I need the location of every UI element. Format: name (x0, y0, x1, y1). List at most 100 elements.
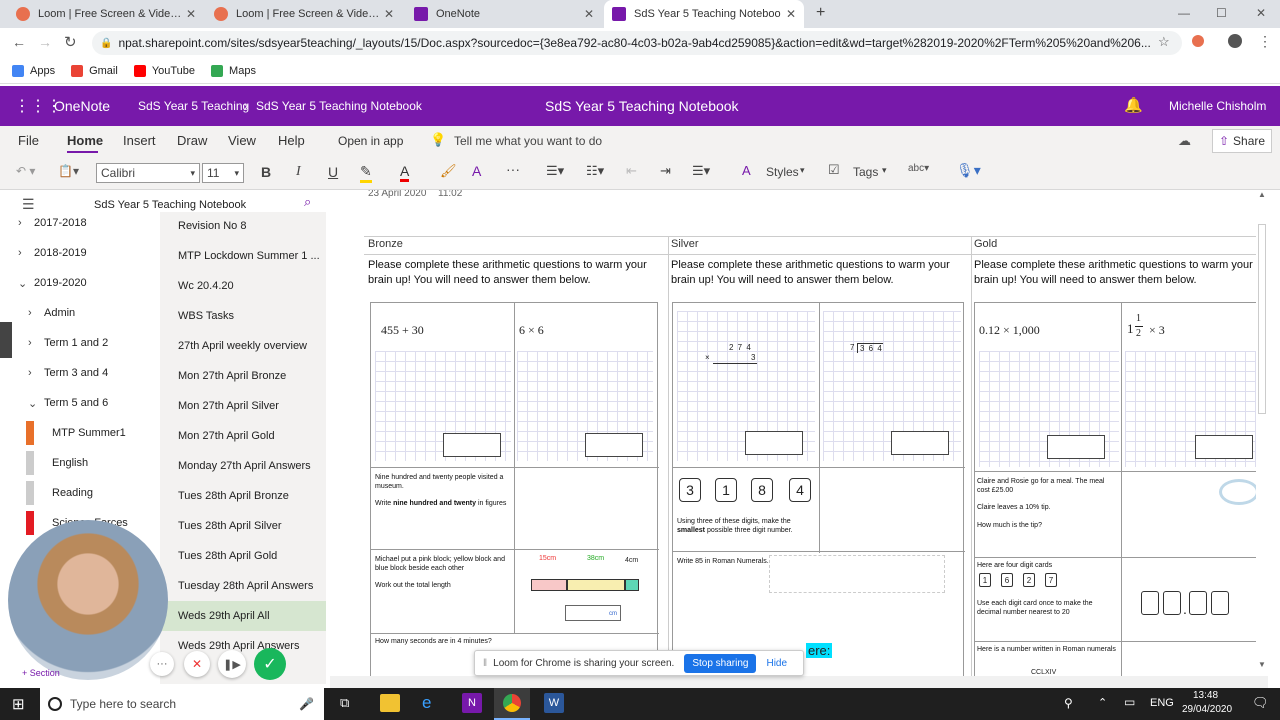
highlight-icon[interactable]: ✎ (360, 163, 372, 183)
outdent-icon[interactable]: ⇤ (626, 163, 637, 179)
loom-more-icon[interactable]: ··· (150, 652, 174, 676)
font-name-select[interactable]: Calibri ▾ (96, 163, 200, 183)
people-icon[interactable]: ⚲ (1064, 696, 1073, 710)
font-color-icon[interactable]: A (400, 163, 410, 182)
notifications-icon[interactable]: 🗨 (1252, 695, 1269, 711)
section-item[interactable]: › Term 3 and 4 (14, 358, 160, 388)
stop-sharing-button[interactable]: Stop sharing (684, 653, 757, 673)
page-item[interactable]: Tues 28th April Silver (160, 511, 326, 541)
collapse-pane-handle[interactable] (0, 322, 12, 358)
section-item[interactable]: ⌄ Term 5 and 6 (14, 388, 160, 418)
page-item[interactable]: WBS Tasks (160, 301, 326, 331)
breadcrumb-site[interactable]: SdS Year 5 Teaching (138, 99, 249, 113)
drag-handle-icon[interactable]: ‖ (483, 658, 487, 669)
file-explorer-icon[interactable] (380, 694, 400, 712)
page-item[interactable]: Monday 27th April Answers (160, 451, 326, 481)
section-item[interactable]: MTP Summer1 (14, 418, 160, 448)
chevron-icon[interactable]: ⌄ (18, 277, 32, 290)
breadcrumb-notebook[interactable]: SdS Year 5 Teaching Notebook (256, 99, 422, 113)
close-icon[interactable]: ✕ (584, 7, 594, 21)
section-item[interactable]: › 2017-2018 (14, 208, 160, 238)
browser-tab[interactable]: OneNote ✕ (406, 0, 602, 28)
section-item[interactable]: ⌄ 2019-2020 (14, 268, 160, 298)
undo-icon[interactable]: ↶ ▾ (16, 164, 35, 178)
section-item[interactable]: › Admin (14, 298, 160, 328)
new-tab-icon[interactable]: + (816, 4, 825, 22)
bullets-icon[interactable]: ☰▾ (546, 163, 564, 179)
indent-icon[interactable]: ⇥ (660, 163, 671, 179)
share-button[interactable]: ⇧ Share (1212, 129, 1272, 153)
underline-icon[interactable]: U (328, 164, 338, 180)
page-item[interactable]: Tues 28th April Bronze (160, 481, 326, 511)
section-item[interactable]: › Term 1 and 2 (14, 328, 160, 358)
chevron-icon[interactable]: › (18, 247, 32, 259)
format-painter-icon[interactable]: 🖌 (440, 163, 457, 179)
onenote-taskbar-icon[interactable]: N (462, 693, 482, 713)
comments-icon[interactable]: ☁ (1178, 133, 1191, 149)
word-icon[interactable]: W (544, 693, 564, 713)
star-icon[interactable]: ☆ (1158, 34, 1170, 50)
section-item[interactable]: English (14, 448, 160, 478)
open-in-app-button[interactable]: Open in app (338, 134, 403, 148)
tab-file[interactable]: File (18, 133, 39, 148)
taskbar-search[interactable]: Type here to search 🎤 (40, 688, 324, 720)
window-close-icon[interactable]: ✕ (1256, 6, 1266, 20)
language-indicator[interactable]: ENG (1150, 697, 1174, 709)
close-icon[interactable]: ✕ (786, 7, 796, 21)
tell-me-search[interactable]: Tell me what you want to do (454, 134, 602, 148)
clock-time[interactable]: 13:48 (1193, 690, 1218, 701)
tray-up-icon[interactable]: ⌃ (1098, 696, 1107, 709)
page-canvas[interactable]: 23 April 2020 11:02 Bronze Silver Gold P… (330, 190, 1268, 676)
hide-button[interactable]: Hide (766, 658, 787, 669)
minimize-icon[interactable]: — (1178, 6, 1190, 20)
dictate-icon[interactable]: 🎙▾ (956, 162, 981, 179)
bookmark-apps[interactable]: Apps (12, 64, 55, 77)
page-item[interactable]: Mon 27th April Bronze (160, 361, 326, 391)
scroll-up-icon[interactable]: ▲ (1258, 190, 1266, 199)
page-item[interactable]: Mon 27th April Gold (160, 421, 326, 451)
bold-icon[interactable]: B (261, 164, 271, 180)
tab-view[interactable]: View (228, 133, 256, 148)
loom-finish-icon[interactable]: ✓ (254, 648, 286, 680)
edge-icon[interactable]: e (422, 693, 431, 713)
scroll-thumb[interactable] (1258, 224, 1266, 414)
forward-icon[interactable]: → (38, 34, 52, 50)
search-icon[interactable]: ⌕ (304, 194, 311, 210)
network-icon[interactable]: ▭ (1124, 695, 1135, 709)
app-name[interactable]: OneNote (54, 98, 110, 114)
align-icon[interactable]: ☰▾ (692, 163, 710, 179)
webcam-bubble[interactable] (8, 520, 168, 680)
chevron-icon[interactable]: › (28, 367, 42, 379)
page-item[interactable]: 27th April weekly overview (160, 331, 326, 361)
page-item[interactable]: Tuesday 28th April Answers (160, 571, 326, 601)
chevron-icon[interactable]: ⌄ (28, 397, 42, 410)
chrome-taskbar-button[interactable] (494, 688, 530, 720)
chevron-icon[interactable]: › (28, 307, 42, 319)
more-icon[interactable]: ··· (506, 161, 520, 177)
bookmark-maps[interactable]: Maps (211, 64, 256, 77)
add-section-button[interactable]: + Section (22, 668, 60, 678)
tab-insert[interactable]: Insert (123, 133, 156, 148)
close-icon[interactable]: ✕ (384, 7, 394, 21)
spelling-icon[interactable]: abc▾ (908, 163, 929, 174)
loom-pause-icon[interactable]: ❚▶ (218, 650, 246, 678)
task-view-icon[interactable]: ⧉ (340, 695, 349, 711)
browser-tab[interactable]: Loom | Free Screen & Video Rec ✕ (8, 0, 204, 28)
chevron-icon[interactable]: › (18, 217, 32, 229)
font-size-select[interactable]: 11 ▾ (202, 163, 244, 183)
horizontal-scrollbar[interactable] (330, 676, 1268, 688)
menu-icon[interactable]: ⋮ (1258, 33, 1272, 50)
clear-format-icon[interactable]: A (472, 163, 481, 179)
tab-home[interactable]: Home (67, 133, 103, 148)
url-field[interactable]: 🔒 npat.sharepoint.com/sites/sdsyear5teac… (92, 31, 1182, 55)
browser-tab[interactable]: Loom | Free Screen & Video Rec ✕ (206, 0, 402, 28)
bell-icon[interactable]: 🔔 (1124, 96, 1143, 114)
chevron-icon[interactable]: › (28, 337, 42, 349)
clipboard-icon[interactable]: 📋▾ (58, 164, 79, 178)
tab-help[interactable]: Help (278, 133, 305, 148)
answer-area[interactable] (769, 555, 945, 593)
microphone-icon[interactable]: 🎤 (299, 697, 314, 711)
clock-date[interactable]: 29/04/2020 (1182, 704, 1232, 715)
reload-icon[interactable]: ↻ (64, 33, 77, 51)
tab-draw[interactable]: Draw (177, 133, 207, 148)
